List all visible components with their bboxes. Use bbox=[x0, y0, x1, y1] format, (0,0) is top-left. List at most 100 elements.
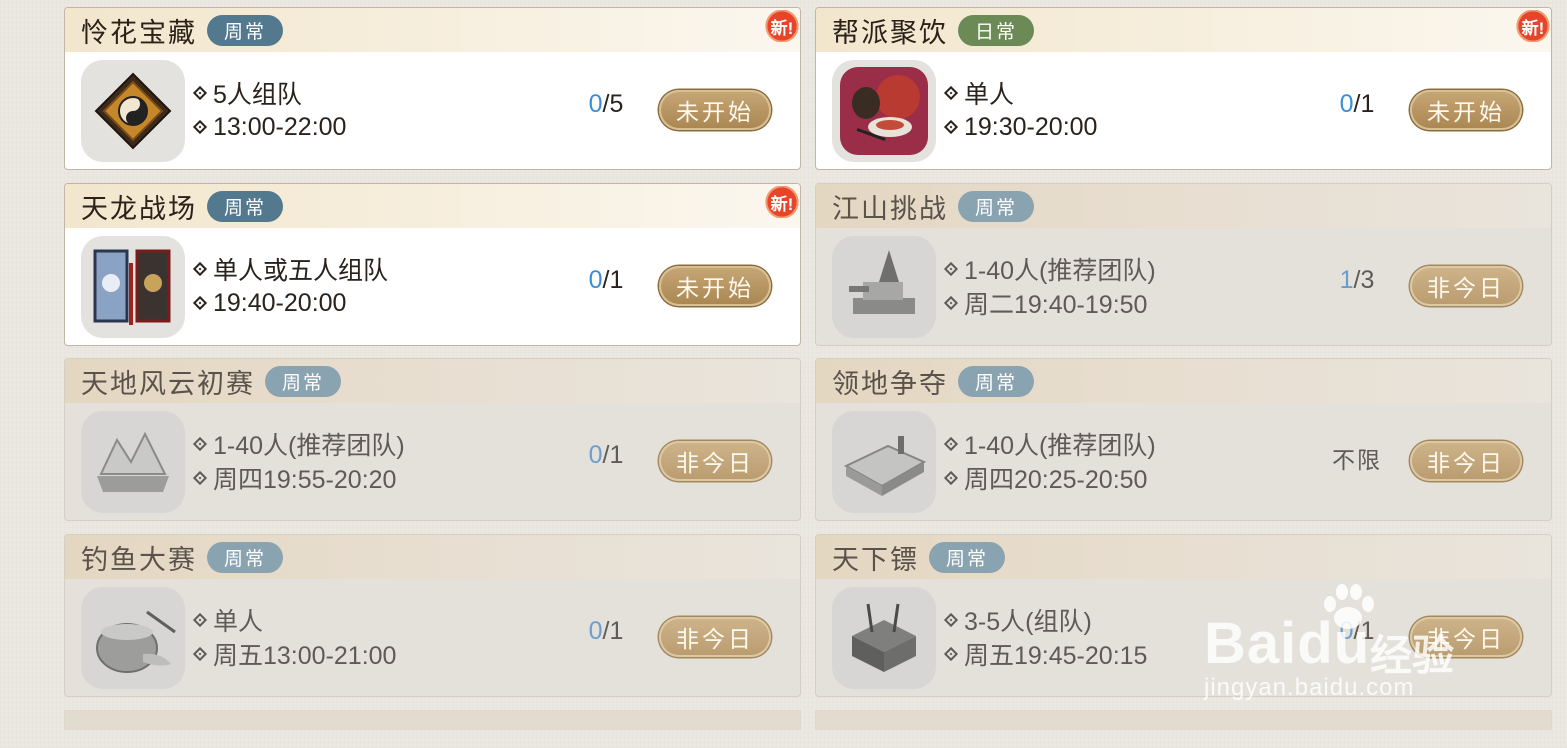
activity-title: 天下镖 bbox=[832, 544, 919, 576]
weekly-tag: 周常 bbox=[207, 190, 284, 222]
new-badge-icon: 新! bbox=[764, 186, 800, 218]
completion-count: 不限 bbox=[1332, 447, 1382, 473]
team-size: 1-40人(推荐团队) bbox=[964, 257, 1156, 285]
card-header: 天下镖 周常 bbox=[816, 535, 1551, 579]
activity-title: 钓鱼大赛 bbox=[81, 544, 197, 576]
weekly-tag: 周常 bbox=[958, 190, 1035, 222]
team-size: 单人 bbox=[964, 81, 1015, 109]
activity-title: 江山挑战 bbox=[832, 193, 948, 225]
bullet-icon bbox=[943, 436, 959, 452]
activity-list-page: 怜花宝藏 周常 新! 5人组队 13:00-22:00 0/5 未开始 帮派聚饮… bbox=[0, 0, 1567, 748]
activity-title: 领地争夺 bbox=[832, 368, 948, 400]
weekly-tag: 周常 bbox=[207, 541, 284, 573]
bullet-icon bbox=[943, 261, 959, 277]
activity-card-gang-feast[interactable]: 帮派聚饮 日常 新! 单人 19:30-20:00 0/1 未开始 bbox=[815, 7, 1552, 170]
time-range: 13:00-22:00 bbox=[213, 112, 347, 141]
team-size: 单人 bbox=[213, 608, 264, 636]
bullet-icon bbox=[943, 612, 959, 628]
activity-info: 单人 19:30-20:00 bbox=[943, 76, 1098, 144]
team-size: 1-40人(推荐团队) bbox=[213, 432, 405, 460]
bagua-mirror-icon bbox=[81, 60, 185, 162]
status-button[interactable]: 非今日 bbox=[659, 441, 771, 481]
card-header: 钓鱼大赛 周常 bbox=[65, 535, 800, 579]
status-button[interactable]: 非今日 bbox=[659, 617, 771, 657]
card-header: 江山挑战 周常 bbox=[816, 184, 1551, 228]
battle-banners-icon bbox=[81, 236, 185, 338]
time-range: 19:40-20:00 bbox=[213, 288, 347, 317]
bullet-icon bbox=[943, 470, 959, 486]
activity-info: 单人或五人组队 19:40-20:00 bbox=[192, 252, 389, 320]
completion-count: 0/1 bbox=[1339, 617, 1375, 645]
activity-card-territory-contest[interactable]: 领地争夺 周常 1-40人(推荐团队) 周四20:25-20:50 不限 非今日 bbox=[815, 358, 1552, 521]
activity-title: 天龙战场 bbox=[81, 193, 197, 225]
time-range: 19:30-20:00 bbox=[964, 112, 1098, 141]
activity-info: 单人 周五13:00-21:00 bbox=[192, 603, 397, 671]
completion-count: 0/1 bbox=[1339, 90, 1375, 118]
escort-chest-icon bbox=[832, 587, 936, 689]
completion-count: 0/1 bbox=[588, 617, 624, 645]
bullet-icon bbox=[943, 85, 959, 101]
bullet-icon bbox=[192, 85, 208, 101]
activity-card-lianhua-treasure[interactable]: 怜花宝藏 周常 新! 5人组队 13:00-22:00 0/5 未开始 bbox=[64, 7, 801, 170]
status-button[interactable]: 非今日 bbox=[1410, 441, 1522, 481]
weekly-tag: 周常 bbox=[207, 14, 284, 46]
activity-info: 3-5人(组队) 周五19:45-20:15 bbox=[943, 603, 1148, 671]
time-range: 周五19:45-20:15 bbox=[964, 642, 1148, 670]
activity-info: 1-40人(推荐团队) 周四19:55-20:20 bbox=[192, 427, 405, 495]
status-button[interactable]: 非今日 bbox=[1410, 266, 1522, 306]
bullet-icon bbox=[192, 646, 208, 662]
bullet-icon bbox=[943, 119, 959, 135]
territory-map-icon bbox=[832, 411, 936, 513]
card-header: 天龙战场 周常 bbox=[65, 184, 800, 228]
status-button[interactable]: 未开始 bbox=[659, 266, 771, 306]
bullet-icon bbox=[943, 295, 959, 311]
bullet-icon bbox=[192, 119, 208, 135]
bullet-icon bbox=[192, 436, 208, 452]
completion-count: 0/5 bbox=[588, 90, 624, 118]
activity-card-partial bbox=[64, 710, 801, 730]
time-range: 周二19:40-19:50 bbox=[964, 291, 1148, 319]
card-header: 帮派聚饮 日常 bbox=[816, 8, 1551, 52]
activity-card-fishing-contest[interactable]: 钓鱼大赛 周常 单人 周五13:00-21:00 0/1 非今日 bbox=[64, 534, 801, 697]
card-header: 天地风云初赛 周常 bbox=[65, 359, 800, 403]
activity-card-escort[interactable]: 天下镖 周常 3-5人(组队) 周五19:45-20:15 0/1 非今日 bbox=[815, 534, 1552, 697]
time-range: 周五13:00-21:00 bbox=[213, 642, 397, 670]
time-range: 周四19:55-20:20 bbox=[213, 466, 397, 494]
card-header: 怜花宝藏 周常 bbox=[65, 8, 800, 52]
activity-title: 怜花宝藏 bbox=[81, 17, 197, 49]
fishing-basket-icon bbox=[81, 587, 185, 689]
time-range: 周四20:25-20:50 bbox=[964, 466, 1148, 494]
status-button[interactable]: 未开始 bbox=[1410, 90, 1522, 130]
status-button[interactable]: 未开始 bbox=[659, 90, 771, 130]
weekly-tag: 周常 bbox=[265, 365, 342, 397]
bullet-icon bbox=[192, 470, 208, 486]
completion-count: 0/1 bbox=[588, 441, 624, 469]
card-header: 领地争夺 周常 bbox=[816, 359, 1551, 403]
bullet-icon bbox=[192, 295, 208, 311]
activity-card-tiandi-fengyun-prelim[interactable]: 天地风云初赛 周常 1-40人(推荐团队) 周四19:55-20:20 0/1 … bbox=[64, 358, 801, 521]
activity-card-jiangshan-challenge[interactable]: 江山挑战 周常 1-40人(推荐团队) 周二19:40-19:50 1/3 非今… bbox=[815, 183, 1552, 346]
completion-count: 1/3 bbox=[1339, 266, 1375, 294]
status-button[interactable]: 非今日 bbox=[1410, 617, 1522, 657]
team-size: 1-40人(推荐团队) bbox=[964, 432, 1156, 460]
team-size: 3-5人(组队) bbox=[964, 608, 1092, 636]
war-machine-icon bbox=[832, 236, 936, 338]
activity-card-tianlong-battlefield[interactable]: 天龙战场 周常 新! 单人或五人组队 19:40-20:00 0/1 未开始 bbox=[64, 183, 801, 346]
daily-tag: 日常 bbox=[958, 14, 1035, 46]
activity-info: 1-40人(推荐团队) 周二19:40-19:50 bbox=[943, 252, 1156, 320]
weekly-tag: 周常 bbox=[929, 541, 1006, 573]
activity-title: 天地风云初赛 bbox=[81, 368, 255, 400]
feast-icon bbox=[832, 60, 936, 162]
activity-title: 帮派聚饮 bbox=[832, 17, 948, 49]
weekly-tag: 周常 bbox=[958, 365, 1035, 397]
activity-info: 1-40人(推荐团队) 周四20:25-20:50 bbox=[943, 427, 1156, 495]
bullet-icon bbox=[192, 261, 208, 277]
new-badge-icon: 新! bbox=[1515, 10, 1551, 42]
new-badge-icon: 新! bbox=[764, 10, 800, 42]
bullet-icon bbox=[943, 646, 959, 662]
activity-card-partial bbox=[815, 710, 1552, 730]
team-size: 单人或五人组队 bbox=[213, 257, 389, 285]
bullet-icon bbox=[192, 612, 208, 628]
activity-info: 5人组队 13:00-22:00 bbox=[192, 76, 347, 144]
mountain-terrain-icon bbox=[81, 411, 185, 513]
